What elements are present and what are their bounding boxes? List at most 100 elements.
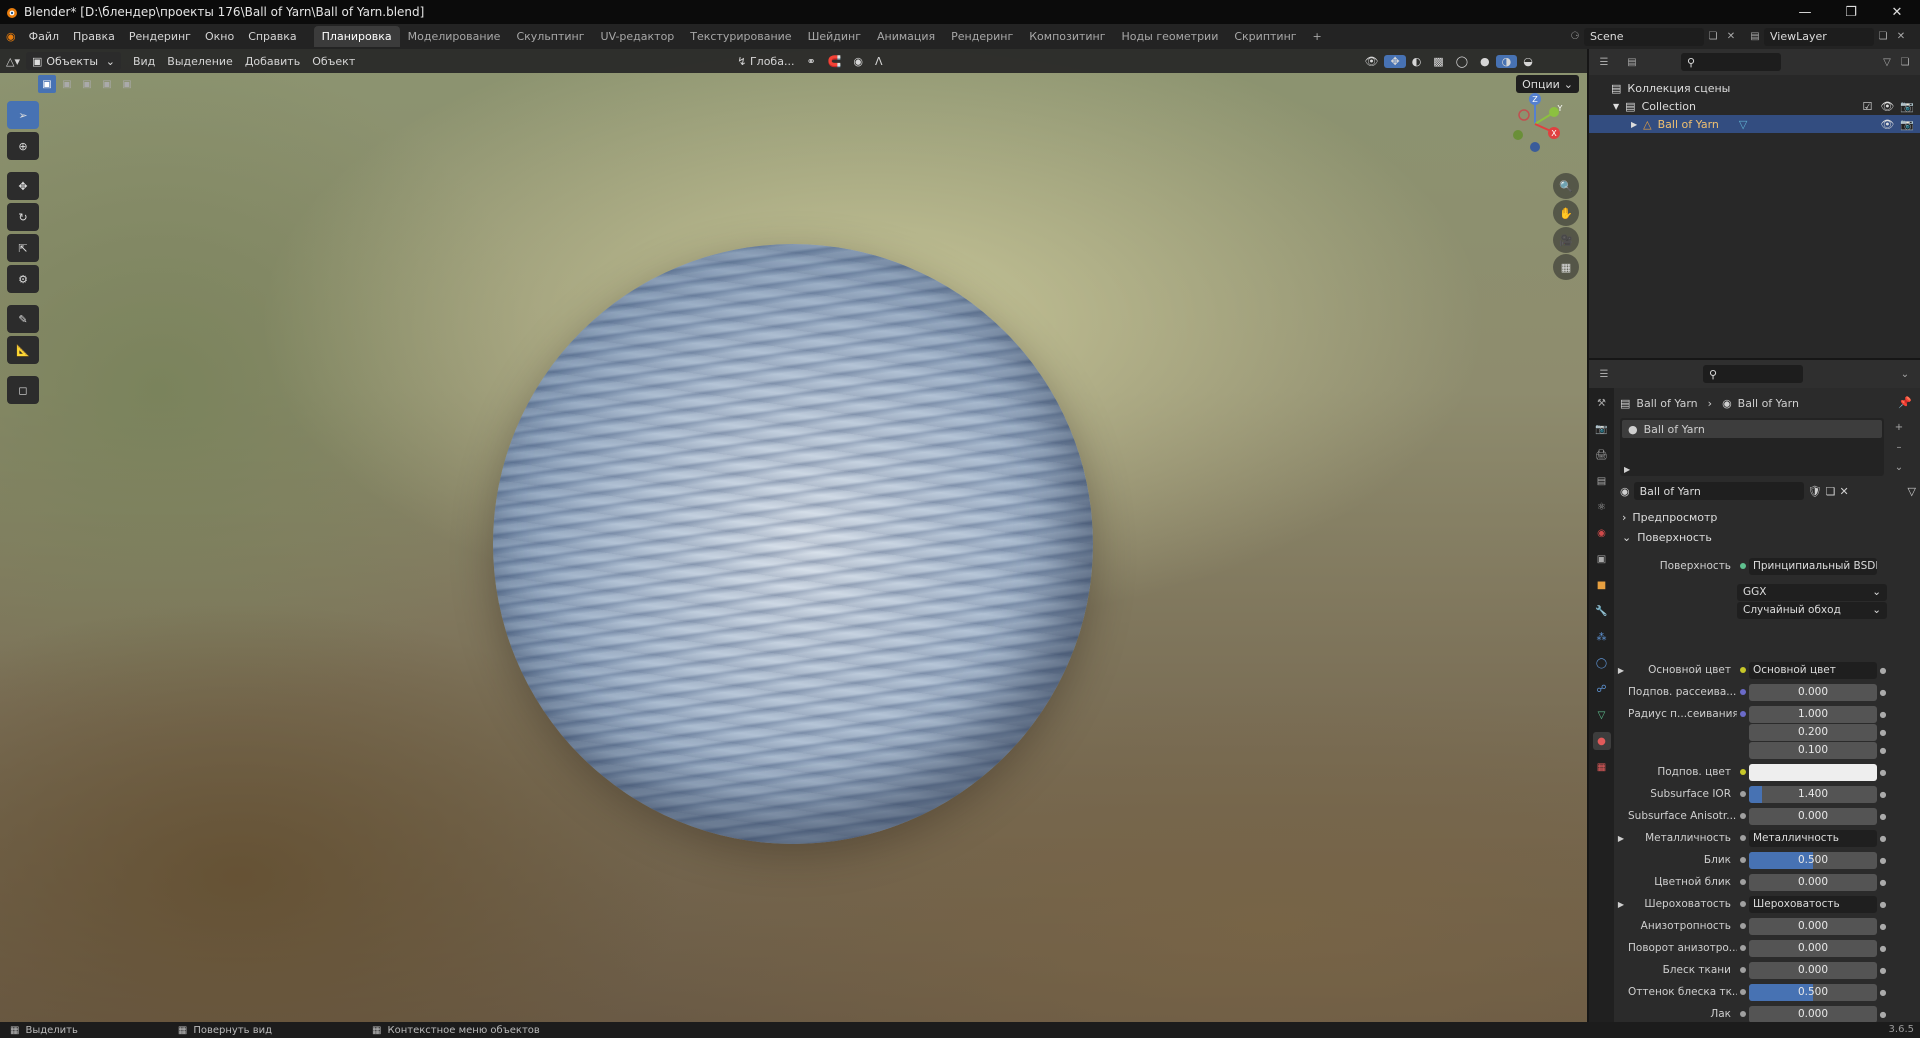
proportional-edit-icon[interactable]: ◉ bbox=[847, 55, 869, 68]
zoom-icon[interactable]: 🔍 bbox=[1553, 173, 1579, 199]
modifier-tab-icon[interactable]: 🔧 bbox=[1593, 602, 1611, 620]
camera-view-icon[interactable]: 🎥 bbox=[1553, 227, 1579, 253]
input-link-field[interactable]: Основной цвет bbox=[1749, 661, 1877, 679]
keyframe-dot-icon[interactable]: ● bbox=[1877, 1010, 1889, 1019]
minimize-button[interactable]: — bbox=[1782, 0, 1828, 24]
input-socket-icon[interactable] bbox=[1737, 1008, 1749, 1020]
outliner-editor-icon[interactable]: ☰ bbox=[1595, 53, 1613, 71]
keyframe-dot-icon[interactable]: ● bbox=[1877, 812, 1889, 821]
keyframe-dot-icon[interactable]: ● bbox=[1877, 988, 1889, 997]
mode-selector[interactable]: ▣ Объекты ⌄ bbox=[25, 52, 121, 70]
material-tab-icon[interactable]: ● bbox=[1592, 732, 1611, 750]
color-swatch[interactable] bbox=[1749, 763, 1877, 781]
filter-icon[interactable]: ▽ bbox=[1908, 485, 1916, 498]
view-layer-tab-icon[interactable]: ▤ bbox=[1593, 472, 1611, 490]
material-name-field[interactable]: Ball of Yarn bbox=[1633, 482, 1804, 500]
material-shading-icon[interactable]: ◑ bbox=[1495, 54, 1518, 68]
menu-window[interactable]: Окно bbox=[198, 24, 241, 49]
menu-select[interactable]: Выделение bbox=[161, 55, 239, 68]
object-tab-icon[interactable]: ■ bbox=[1593, 576, 1611, 594]
keyframe-dot-icon[interactable]: ● bbox=[1877, 728, 1889, 737]
tab-animation[interactable]: Анимация bbox=[869, 26, 943, 47]
keyframe-dot-icon[interactable]: ● bbox=[1877, 710, 1889, 719]
input-socket-icon[interactable] bbox=[1737, 810, 1749, 822]
ball-of-yarn-object[interactable] bbox=[493, 244, 1093, 844]
output-tab-icon[interactable]: 🖨 bbox=[1593, 446, 1611, 464]
number-field[interactable]: 0.000 bbox=[1749, 683, 1877, 701]
number-field[interactable]: 0.000 bbox=[1749, 917, 1877, 935]
filter-icon[interactable]: ▽ bbox=[1878, 53, 1896, 71]
render-tab-icon[interactable]: 📷 bbox=[1593, 420, 1611, 438]
scene-icon[interactable]: ⚆ bbox=[1566, 28, 1584, 46]
number-field[interactable]: 1.000 bbox=[1749, 705, 1877, 723]
delete-scene-icon[interactable]: ✕ bbox=[1722, 28, 1740, 46]
transform-tool[interactable]: ⚙ bbox=[7, 265, 39, 293]
select-new-icon[interactable]: ▣ bbox=[38, 75, 56, 93]
snap-icon[interactable]: 🧲 bbox=[822, 55, 848, 68]
subsurface-method-dropdown[interactable]: Случайный обход ⌄ bbox=[1737, 601, 1887, 619]
blender-menu-icon[interactable]: ◉ bbox=[0, 24, 22, 49]
gizmo-toggle-icon[interactable]: ✥ bbox=[1384, 54, 1406, 68]
scale-tool[interactable]: ⇱ bbox=[7, 234, 39, 262]
input-socket-icon[interactable] bbox=[1737, 686, 1749, 698]
constraints-tab-icon[interactable]: ☍ bbox=[1593, 680, 1611, 698]
delete-view-layer-icon[interactable]: ✕ bbox=[1892, 28, 1910, 46]
input-socket-icon[interactable] bbox=[1737, 664, 1749, 676]
physics-tab-icon[interactable]: ◯ bbox=[1593, 654, 1611, 672]
input-socket-icon[interactable] bbox=[1737, 964, 1749, 976]
new-view-layer-icon[interactable]: ❏ bbox=[1874, 28, 1892, 46]
measure-tool[interactable]: 📐 bbox=[7, 336, 39, 364]
overlay-toggle-icon[interactable]: ◐ bbox=[1406, 55, 1428, 68]
add-cube-tool[interactable]: ◻ bbox=[7, 376, 39, 404]
transform-orientation-selector[interactable]: ↯ Глоба... bbox=[731, 55, 800, 68]
keyframe-dot-icon[interactable]: ● bbox=[1877, 900, 1889, 909]
input-socket-icon[interactable] bbox=[1737, 744, 1749, 756]
tool-tab-icon[interactable]: ⚒ bbox=[1593, 394, 1611, 412]
add-workspace-button[interactable]: + bbox=[1305, 26, 1330, 47]
remove-slot-icon[interactable]: – bbox=[1890, 438, 1908, 456]
annotate-tool[interactable]: ✎ bbox=[7, 305, 39, 333]
editor-type-icon[interactable]: △▾ bbox=[0, 55, 26, 68]
input-link-field[interactable]: Металличность bbox=[1749, 829, 1877, 847]
expand-chevron-icon[interactable]: ▼ bbox=[1613, 102, 1619, 111]
tab-sculpting[interactable]: Скульптинг bbox=[508, 26, 592, 47]
xray-icon[interactable]: ▩ bbox=[1427, 55, 1449, 68]
outliner-object-row[interactable]: ▶ △ Ball of Yarn ▽ 👁 📷 bbox=[1589, 115, 1920, 133]
number-field[interactable]: 0.000 bbox=[1749, 1005, 1877, 1022]
keyframe-dot-icon[interactable]: ● bbox=[1877, 768, 1889, 777]
keyframe-dot-icon[interactable]: ● bbox=[1877, 922, 1889, 931]
unlink-material-icon[interactable]: ✕ bbox=[1839, 485, 1848, 498]
tab-layout[interactable]: Планировка bbox=[313, 26, 400, 47]
navigation-gizmo[interactable]: Z Y X bbox=[1505, 89, 1575, 159]
checkbox-icon[interactable]: ☑ bbox=[1862, 100, 1872, 113]
slot-menu-icon[interactable]: ⌄ bbox=[1890, 458, 1908, 476]
display-mode-icon[interactable]: ▤ bbox=[1623, 53, 1641, 71]
solid-shading-icon[interactable]: ● bbox=[1474, 55, 1496, 68]
input-socket-icon[interactable] bbox=[1737, 832, 1749, 844]
select-invert-icon[interactable]: ▣ bbox=[98, 75, 116, 93]
pivot-icon[interactable]: ⚭ bbox=[800, 55, 821, 68]
input-socket-icon[interactable] bbox=[1737, 854, 1749, 866]
expand-slot-icon[interactable]: ▶ bbox=[1624, 465, 1630, 474]
number-field[interactable]: 0.000 bbox=[1749, 873, 1877, 891]
world-tab-icon[interactable]: ◉ bbox=[1593, 524, 1611, 542]
tab-scripting[interactable]: Скриптинг bbox=[1226, 26, 1304, 47]
select-extend-icon[interactable]: ▣ bbox=[58, 75, 76, 93]
outliner-collection[interactable]: ▼ ▤ Collection ☑ 👁 📷 bbox=[1589, 97, 1920, 115]
tab-geometry-nodes[interactable]: Ноды геометрии bbox=[1114, 26, 1227, 47]
eye-icon[interactable]: 👁 bbox=[1880, 100, 1894, 113]
expand-chevron-icon[interactable]: ▶ bbox=[1631, 120, 1637, 129]
input-socket-icon[interactable] bbox=[1737, 708, 1749, 720]
distribution-dropdown[interactable]: GGX ⌄ bbox=[1737, 583, 1887, 601]
number-field[interactable]: 0.500 bbox=[1749, 983, 1877, 1001]
select-box-tool[interactable]: ➢ bbox=[7, 101, 39, 129]
particles-tab-icon[interactable]: ⁂ bbox=[1593, 628, 1611, 646]
tab-shading[interactable]: Шейдинг bbox=[800, 26, 869, 47]
tab-rendering[interactable]: Рендеринг bbox=[943, 26, 1021, 47]
menu-file[interactable]: Файл bbox=[22, 24, 66, 49]
rotate-tool[interactable]: ↻ bbox=[7, 203, 39, 231]
tab-uv-editing[interactable]: UV-редактор bbox=[593, 26, 683, 47]
material-slot-item[interactable]: ● Ball of Yarn bbox=[1622, 420, 1882, 438]
3d-viewport[interactable]: △▾ ▣ Объекты ⌄ Вид Выделение Добавить Объе… bbox=[0, 49, 1587, 1022]
tab-compositing[interactable]: Композитинг bbox=[1021, 26, 1113, 47]
